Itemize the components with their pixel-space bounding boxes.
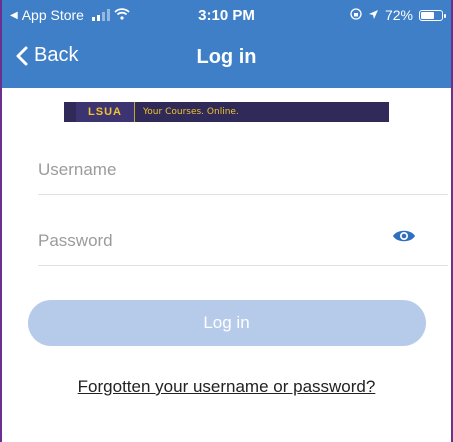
banner-tagline: Your Courses. Online. [143, 107, 239, 117]
password-input[interactable] [38, 231, 378, 251]
status-right: 72% [350, 7, 446, 23]
battery-percentage: 72% [384, 7, 413, 23]
username-field [38, 148, 448, 195]
forgot-credentials-link[interactable]: Forgotten your username or password? [2, 377, 451, 397]
password-field [38, 219, 448, 266]
show-password-eye-icon[interactable] [392, 228, 416, 249]
login-button[interactable]: Log in [27, 300, 426, 346]
battery-icon [419, 9, 446, 21]
lock-rotation-icon [350, 7, 362, 23]
header: ◀ App Store 3:10 PM 72% Back Log in [2, 0, 451, 88]
location-icon [368, 7, 379, 23]
site-banner: LSUA Your Courses. Online. [64, 102, 389, 122]
status-bar: ◀ App Store 3:10 PM 72% [2, 0, 451, 34]
page-title: Log in [196, 46, 257, 68]
lsua-logo: LSUA [76, 102, 135, 122]
username-input[interactable] [38, 160, 378, 180]
nav-bar: Back Log in [2, 34, 451, 88]
battery-fill [421, 11, 434, 19]
app-frame: ◀ App Store 3:10 PM 72% Back Log in LSUA… [0, 0, 453, 442]
